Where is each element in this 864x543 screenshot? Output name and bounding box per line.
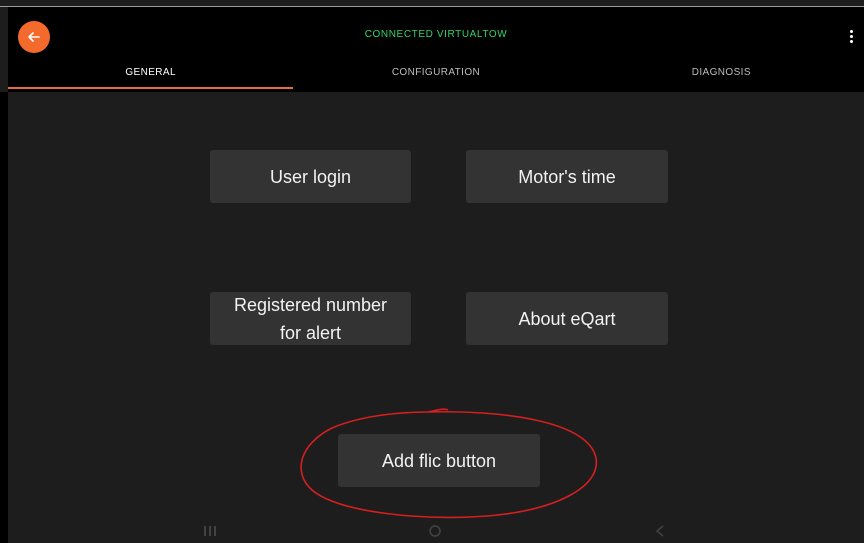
registered-number-button[interactable]: Registered number for alert (210, 292, 411, 345)
tab-general[interactable]: GENERAL (8, 63, 294, 92)
more-menu-button[interactable] (844, 25, 858, 47)
red-circle-annotation (300, 408, 598, 519)
tab-configuration[interactable]: CONFIGURATION (293, 63, 578, 92)
system-nav-bar (200, 520, 670, 542)
recent-apps-icon[interactable] (200, 521, 220, 541)
user-login-button[interactable]: User login (210, 150, 411, 203)
motors-time-button[interactable]: Motor's time (466, 150, 668, 203)
home-icon[interactable] (425, 521, 445, 541)
app-header: CONNECTED VIRTUALTOW GENERAL CONFIGURATI… (8, 7, 864, 92)
left-edge (0, 92, 8, 543)
app-screen: CONNECTED VIRTUALTOW GENERAL CONFIGURATI… (0, 0, 864, 543)
about-eqart-button[interactable]: About eQart (466, 292, 668, 345)
more-vertical-icon (849, 29, 853, 33)
back-nav-icon[interactable] (650, 521, 670, 541)
tab-bar: GENERAL CONFIGURATION DIAGNOSIS (8, 63, 864, 92)
connection-title: CONNECTED VIRTUALTOW (364, 29, 508, 40)
tab-diagnosis[interactable]: DIAGNOSIS (579, 63, 864, 92)
registered-number-label: Registered number for alert (233, 294, 388, 343)
